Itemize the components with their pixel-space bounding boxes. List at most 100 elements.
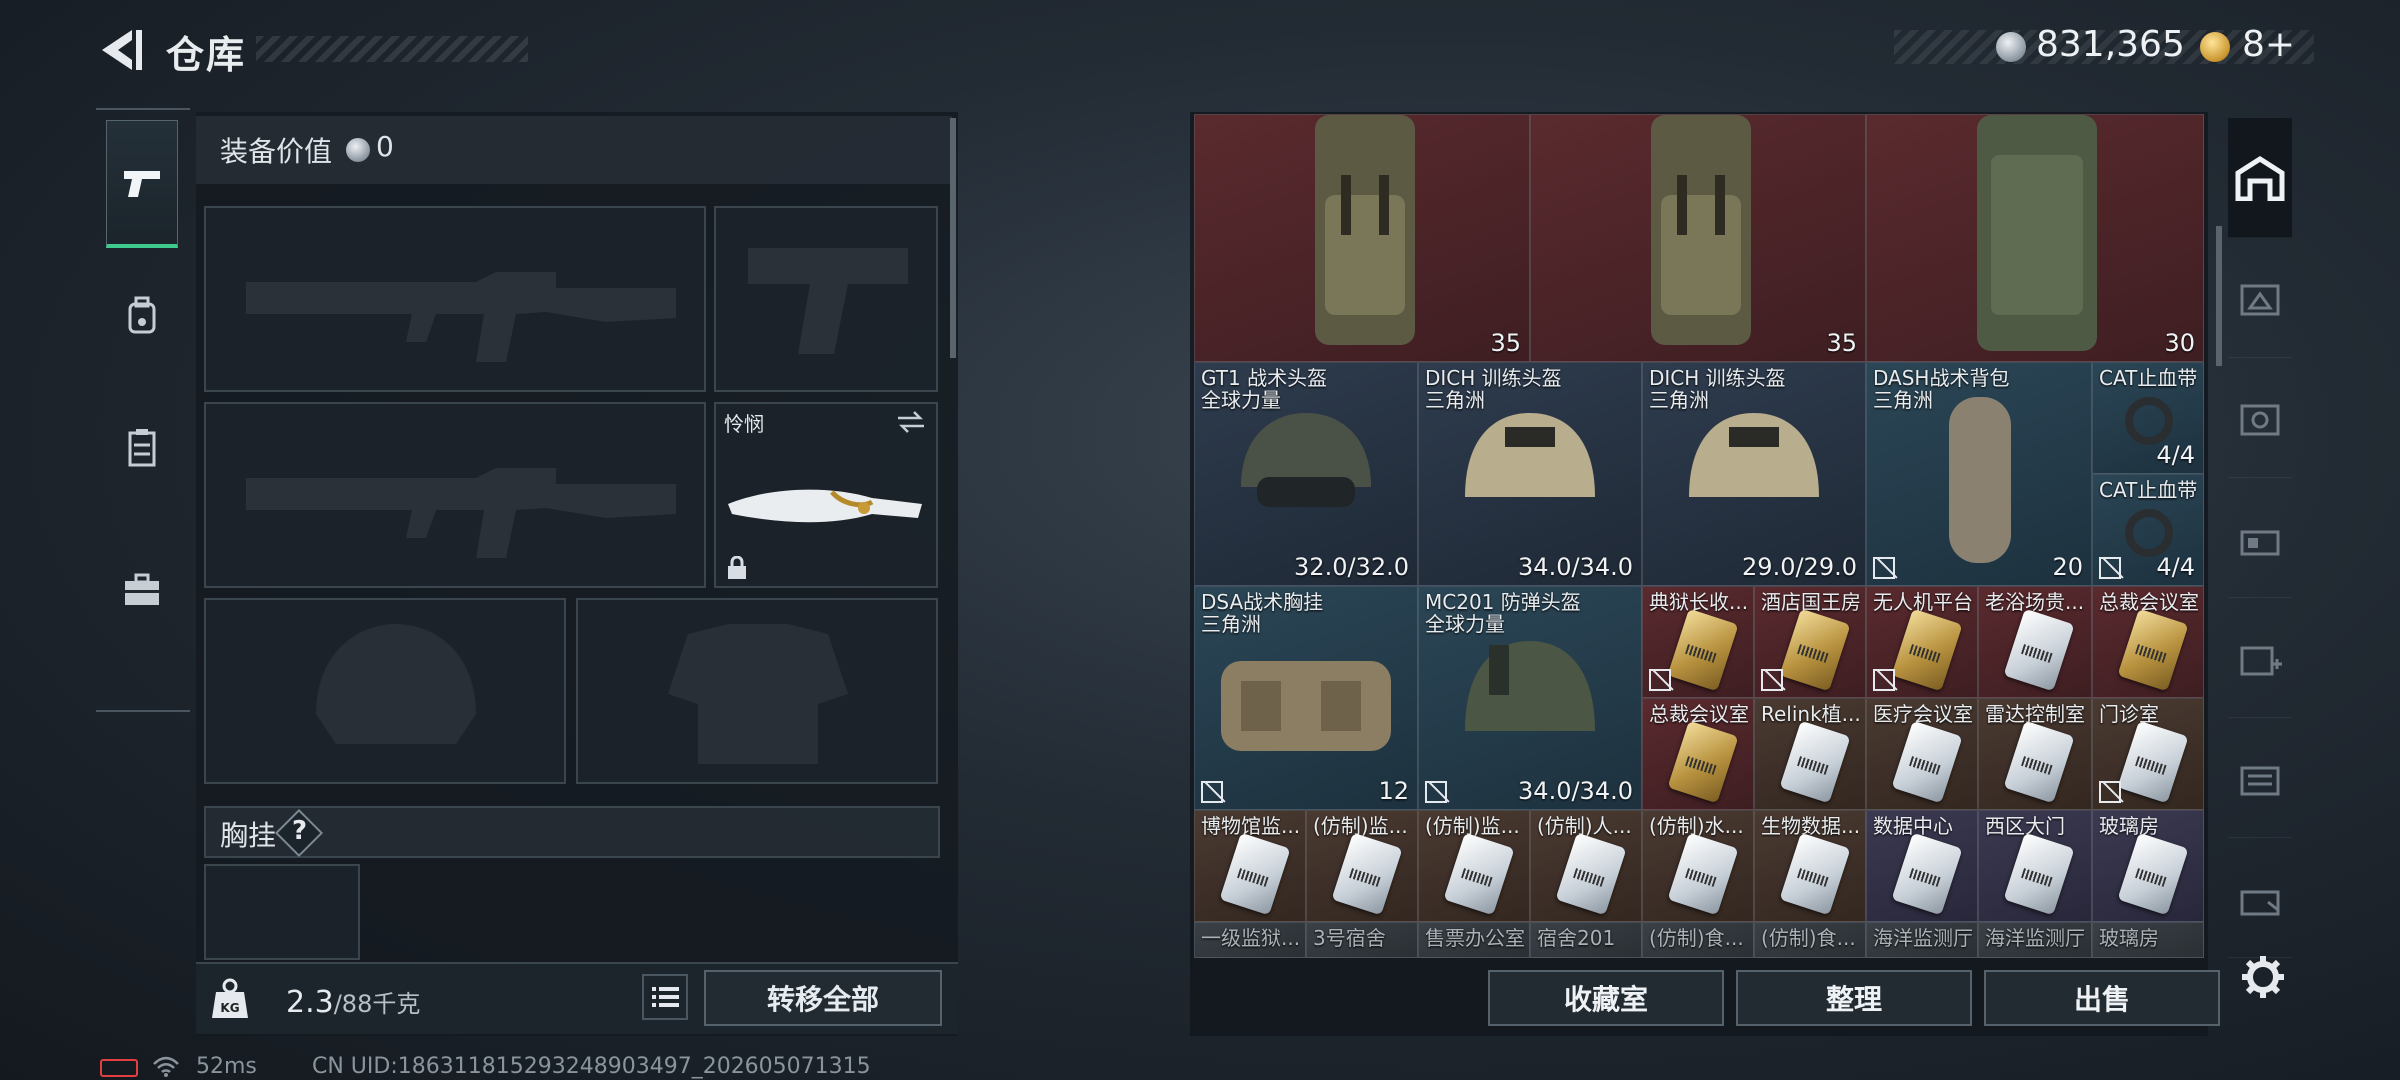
storage-item-tourniquet[interactable]: CAT止血带 4/4 — [2092, 362, 2204, 474]
armor-slot[interactable] — [576, 598, 938, 784]
tab-case[interactable] — [106, 526, 178, 654]
item-name: (仿制)监... — [1313, 814, 1408, 838]
helmet-slot[interactable] — [204, 598, 566, 784]
storage-item-keycard[interactable]: 生物数据... — [1754, 810, 1866, 922]
storage-item-keycard[interactable]: 酒店国王房 — [1754, 586, 1866, 698]
equipment-scrollbar[interactable] — [950, 118, 956, 358]
storage-item-keycard[interactable]: (仿制)监... — [1306, 810, 1418, 922]
storage-item-keycard[interactable]: 海洋监测厅 — [1978, 922, 2092, 958]
item-name: 雷达控制室 — [1985, 702, 2085, 726]
tab-storage-4[interactable] — [2228, 238, 2292, 358]
collection-room-button[interactable]: 收藏室 — [1488, 970, 1724, 1026]
item-count: 35 — [1490, 329, 1521, 357]
item-name: 门诊室 — [2099, 702, 2159, 726]
storage-item-keycard[interactable]: 门诊室 — [2092, 698, 2204, 810]
vest-icon — [128, 429, 156, 467]
storage-item-keycard[interactable]: (仿制)食... — [1754, 922, 1866, 958]
storage-item-tourniquet[interactable]: CAT止血带 4/4 — [2092, 474, 2204, 586]
pistol-slot[interactable] — [714, 206, 938, 392]
rifle-silhouette-icon — [246, 468, 676, 558]
storage-item-keycard[interactable]: (仿制)水... — [1642, 810, 1754, 922]
tab-storage-7[interactable] — [2228, 598, 2292, 718]
storage-item-keycard[interactable]: 博物馆监... — [1194, 810, 1306, 922]
helmet-image — [1689, 413, 1819, 497]
storage-item-helmet[interactable]: DICH 训练头盔 三角洲 29.0/29.0 — [1642, 362, 1866, 586]
item-name: (仿制)监... — [1425, 814, 1520, 838]
storage-item-keycard[interactable]: 雷达控制室 — [1978, 698, 2092, 810]
keycard-image — [1219, 832, 1291, 916]
storage-item-backpack[interactable]: 35 — [1530, 114, 1866, 362]
tab-storage-6[interactable] — [2228, 478, 2292, 598]
storage-item-keycard[interactable]: 数据中心 — [1866, 810, 1978, 922]
sort-button[interactable]: 整理 — [1736, 970, 1972, 1026]
weight-icon: KG — [212, 978, 248, 1018]
item-name: 玻璃房 — [2099, 926, 2159, 950]
sell-button[interactable]: 出售 — [1984, 970, 2220, 1026]
list-view-button[interactable] — [642, 974, 688, 1020]
storage-item-backpack[interactable]: DASH战术背包 三角洲 20 — [1866, 362, 2092, 586]
item-name: 宿舍201 — [1537, 926, 1616, 950]
storage-item-keycard[interactable]: 医疗会议室 — [1866, 698, 1978, 810]
storage-item-keycard[interactable]: 玻璃房 — [2092, 810, 2204, 922]
storage-item-keycard[interactable]: 玻璃房 — [2092, 922, 2204, 958]
ping-readout: 52ms — [196, 1054, 257, 1079]
keycard-image — [1331, 832, 1403, 916]
item-name: 西区大门 — [1985, 814, 2065, 838]
storage-item-keycard[interactable]: 3号宿舍 — [1306, 922, 1418, 958]
keycard-image — [1667, 608, 1739, 692]
storage-item-keycard[interactable]: 一级监狱... — [1194, 922, 1306, 958]
tab-storage-8[interactable] — [2228, 718, 2292, 838]
unmarked-icon — [2099, 781, 2121, 803]
keycard-image — [1891, 608, 1963, 692]
storage-item-helmet[interactable]: DICH 训练头盔 三角洲 34.0/34.0 — [1418, 362, 1642, 586]
primary-weapon-slot[interactable] — [204, 206, 706, 392]
storage-item-keycard[interactable]: 售票办公室 — [1418, 922, 1530, 958]
storage-item-keycard[interactable]: 无人机平台 — [1866, 586, 1978, 698]
storage-item-backpack[interactable]: 30 — [1866, 114, 2204, 362]
item-name: 售票办公室 — [1425, 926, 1525, 950]
transfer-all-button[interactable]: 转移全部 — [704, 970, 942, 1026]
storage-item-keycard[interactable]: 典狱长收... — [1642, 586, 1754, 698]
gear-icon[interactable] — [2240, 954, 2286, 1000]
back-button[interactable] — [96, 22, 146, 78]
unmarked-icon — [1873, 669, 1895, 691]
storage-item-keycard[interactable]: 西区大门 — [1978, 810, 2092, 922]
storage-item-helmet[interactable]: GT1 战术头盔 全球力量 32.0/32.0 — [1194, 362, 1418, 586]
coin-icon — [346, 138, 370, 162]
melee-slot[interactable]: 怜悯 — [714, 402, 938, 588]
storage-item-keycard[interactable]: 总裁会议室 — [2092, 586, 2204, 698]
item-name: DICH 训练头盔 三角洲 — [1425, 366, 1562, 412]
unmarked-icon — [1649, 669, 1671, 691]
tab-storage-gti[interactable] — [2228, 838, 2292, 958]
item-name: 总裁会议室 — [2099, 590, 2199, 614]
swap-icon[interactable] — [896, 410, 926, 434]
storage-item-keycard[interactable]: 老浴场贵... — [1978, 586, 2092, 698]
chest-rig-slot[interactable] — [204, 864, 360, 960]
storage-item-chest-rig[interactable]: DSA战术胸挂 三角洲 12 — [1194, 586, 1418, 810]
item-name: GT1 战术头盔 全球力量 — [1201, 366, 1328, 412]
storage-item-keycard[interactable]: (仿制)人... — [1530, 810, 1642, 922]
keycard-image — [1891, 720, 1963, 804]
storage-item-keycard[interactable]: Relink植... — [1754, 698, 1866, 810]
storage-item-keycard[interactable]: 总裁会议室 — [1642, 698, 1754, 810]
weight-current: 2.3 — [286, 985, 334, 1020]
storage-item-keycard[interactable]: (仿制)食... — [1642, 922, 1754, 958]
page-title: 仓库 — [166, 33, 247, 77]
pistol-icon — [124, 170, 160, 197]
storage-expansion-icon — [2240, 530, 2280, 555]
ticket-count[interactable]: 8+ — [2242, 24, 2295, 65]
tab-storage-5[interactable] — [2228, 358, 2292, 478]
secondary-weapon-slot[interactable] — [204, 402, 706, 588]
storage-item-helmet[interactable]: MC201 防弹头盔 全球力量 34.0/34.0 — [1418, 586, 1642, 810]
tab-storage-main[interactable] — [2228, 118, 2292, 238]
storage-item-backpack[interactable]: 35 — [1194, 114, 1530, 362]
storage-item-keycard[interactable]: 宿舍201 — [1530, 922, 1642, 958]
tab-weapons[interactable] — [106, 120, 178, 248]
keycard-image — [1667, 720, 1739, 804]
back-arrow-icon — [102, 30, 142, 70]
tab-vest[interactable] — [106, 384, 178, 512]
storage-item-keycard[interactable]: (仿制)监... — [1418, 810, 1530, 922]
uses: 4/4 — [2156, 553, 2195, 581]
storage-item-keycard[interactable]: 海洋监测厅 — [1866, 922, 1978, 958]
tab-backpack[interactable] — [106, 252, 178, 380]
